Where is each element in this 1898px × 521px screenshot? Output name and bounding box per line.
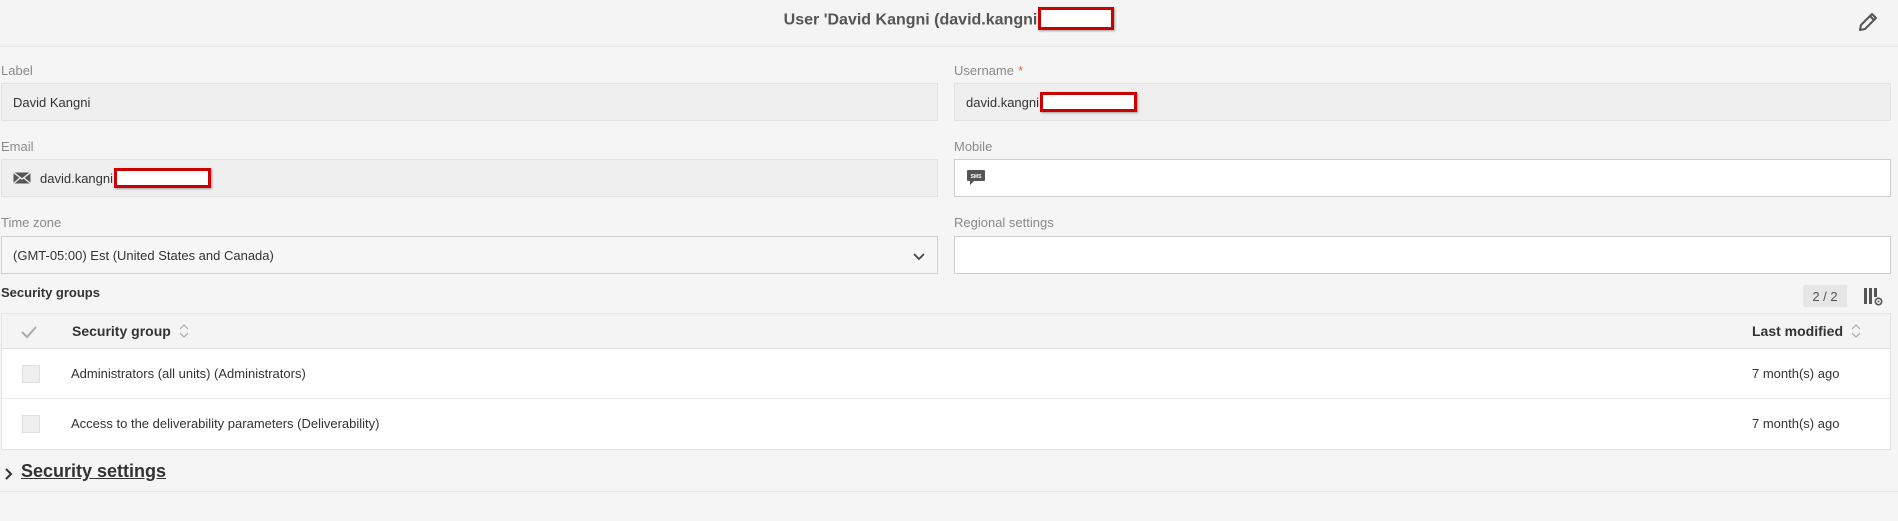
column-header-label: Last modified xyxy=(1752,323,1844,339)
security-group-cell: Access to the deliverability parameters … xyxy=(71,416,380,431)
envelope-icon xyxy=(13,172,31,184)
email-field-value: david.kangni xyxy=(40,170,113,186)
last-modified-cell: 7 month(s) ago xyxy=(1752,416,1840,431)
security-settings-title[interactable]: Security settings xyxy=(21,461,166,482)
timezone-select[interactable]: (GMT-05:00) Est (United States and Canad… xyxy=(1,236,938,274)
column-header-security-group[interactable]: Security group xyxy=(72,323,189,339)
row-checkbox[interactable] xyxy=(22,365,40,383)
checkmark-icon[interactable] xyxy=(20,323,38,341)
mobile-field-label: Mobile xyxy=(954,139,993,154)
username-field-value: david.kangni xyxy=(966,94,1039,110)
required-mark: * xyxy=(1017,63,1024,78)
security-group-cell: Administrators (all units) (Administrato… xyxy=(71,366,306,381)
pencil-icon[interactable] xyxy=(1856,10,1880,34)
label-field-label: Label xyxy=(1,63,33,78)
email-field[interactable]: david.kangni xyxy=(1,159,938,197)
label-field[interactable]: David Kangni xyxy=(1,83,938,121)
redaction-box xyxy=(1038,7,1115,30)
timezone-field-label: Time zone xyxy=(1,215,62,230)
email-field-label: Email xyxy=(1,139,34,154)
mobile-field[interactable]: SMS xyxy=(954,159,1891,197)
last-modified-cell: 7 month(s) ago xyxy=(1752,366,1840,381)
username-field-label: Username * xyxy=(954,63,1023,78)
table-row[interactable]: Access to the deliverability parameters … xyxy=(2,399,1890,449)
security-groups-title: Security groups xyxy=(1,285,100,300)
column-settings-icon[interactable] xyxy=(1862,285,1884,307)
page-title: User 'David Kangni (david.kangni xyxy=(0,7,1898,30)
sms-icon: SMS xyxy=(966,169,986,187)
timezone-select-value: (GMT-05:00) Est (United States and Canad… xyxy=(13,247,274,263)
chevron-down-icon xyxy=(913,253,925,261)
security-settings-section[interactable]: Security settings xyxy=(0,459,1898,492)
chevron-right-icon xyxy=(5,468,13,480)
regional-settings-field[interactable] xyxy=(954,236,1891,274)
redaction-box xyxy=(114,168,211,188)
column-header-last-modified[interactable]: Last modified xyxy=(1752,323,1861,339)
page-title-text: User 'David Kangni (david.kangni xyxy=(783,11,1038,29)
row-checkbox[interactable] xyxy=(22,415,40,433)
username-label-text: Username xyxy=(954,63,1014,78)
sort-icon xyxy=(179,324,189,338)
regional-settings-label: Regional settings xyxy=(954,215,1054,230)
username-field[interactable]: david.kangni xyxy=(954,83,1891,121)
column-header-label: Security group xyxy=(72,323,171,339)
table-row[interactable]: Administrators (all units) (Administrato… xyxy=(2,349,1890,399)
record-count-badge: 2 / 2 xyxy=(1803,285,1847,307)
sort-icon xyxy=(1851,324,1861,338)
label-field-value: David Kangni xyxy=(13,94,91,110)
table-header: Security group Last modified xyxy=(2,314,1890,349)
svg-text:SMS: SMS xyxy=(971,174,983,180)
security-groups-table: Security group Last modified Administrat… xyxy=(1,313,1891,450)
page-header: User 'David Kangni (david.kangni xyxy=(0,0,1898,47)
redaction-box xyxy=(1040,92,1137,112)
